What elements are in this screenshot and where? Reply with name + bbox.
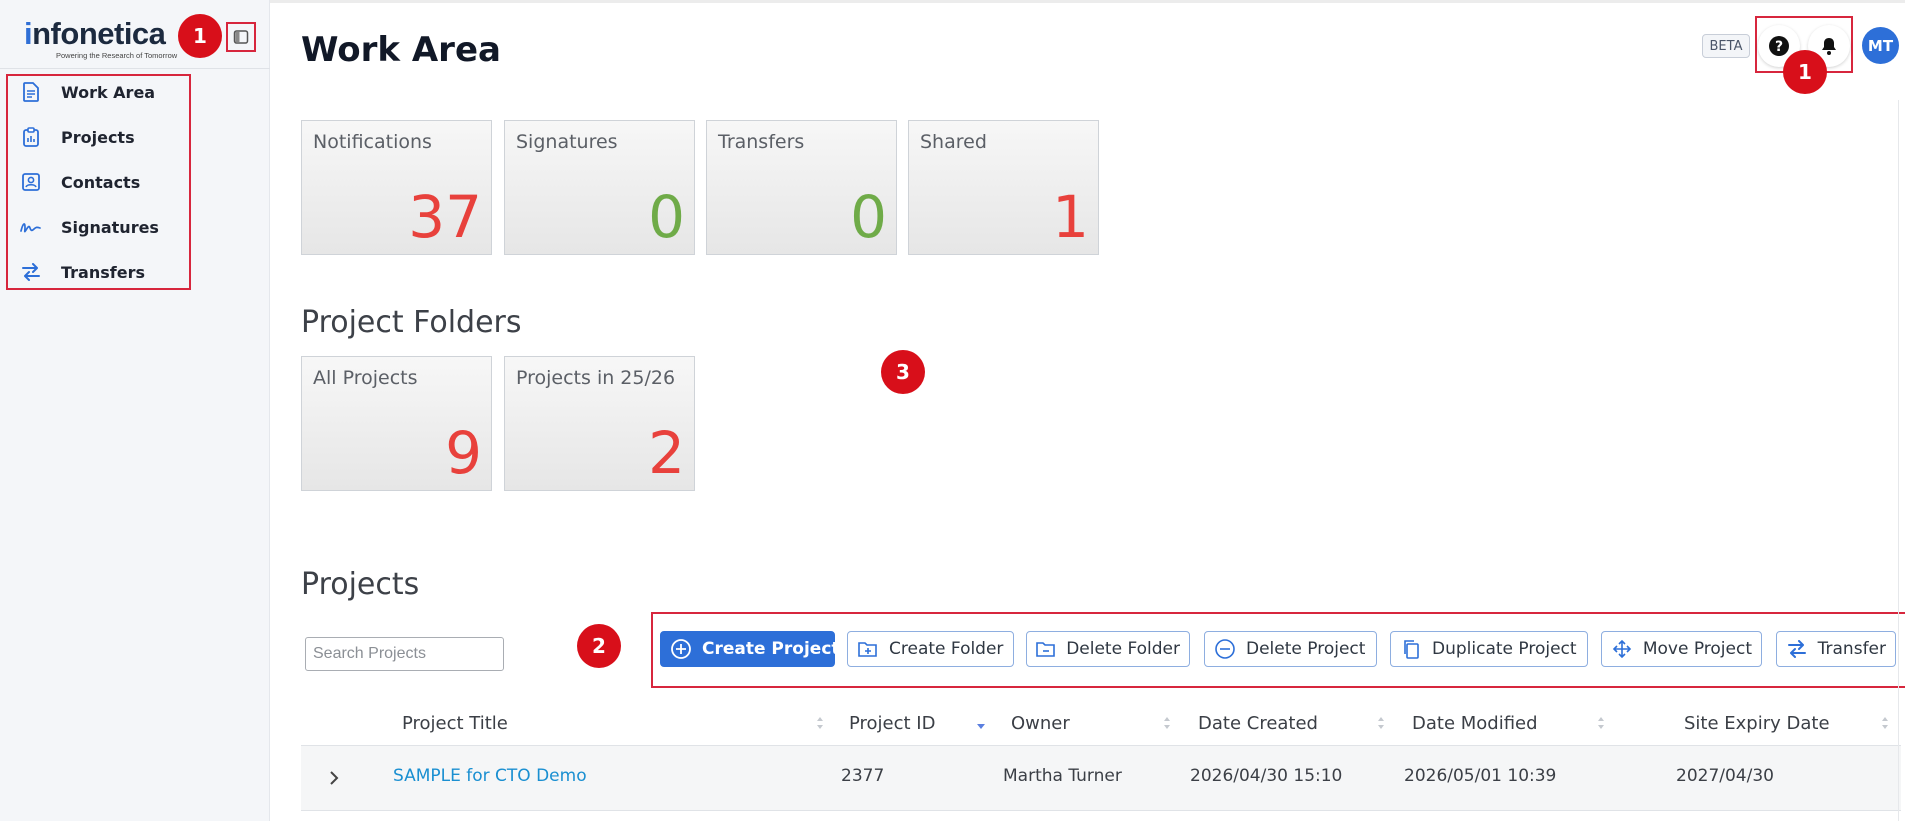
sort-icon[interactable] (1880, 712, 1890, 734)
button-label: Transfer (1817, 639, 1886, 659)
beta-badge: BETA (1702, 34, 1750, 58)
sort-desc-icon[interactable] (976, 712, 986, 734)
logo-letter-i: i (24, 16, 33, 51)
tile-value: 9 (445, 419, 482, 487)
sort-icon[interactable] (1376, 712, 1386, 734)
project-folders-title: Project Folders (301, 305, 522, 340)
column-header-date-created[interactable]: Date Created (1198, 710, 1318, 736)
sidebar-item-label: Work Area (61, 82, 156, 102)
tile-notifications[interactable]: Notifications 37 (301, 120, 492, 255)
clipboard-icon (20, 126, 42, 148)
avatar[interactable]: MT (1862, 27, 1899, 64)
tile-label: Signatures (516, 131, 618, 153)
tile-signatures[interactable]: Signatures 0 (504, 120, 695, 255)
button-label: Create Folder (889, 639, 1004, 659)
logo-letters: nfonetica (32, 16, 166, 51)
create-folder-button[interactable]: Create Folder (847, 631, 1014, 667)
tile-label: Notifications (313, 131, 432, 153)
button-label: Create Project (702, 639, 840, 659)
search-projects-input[interactable] (305, 637, 504, 671)
logo-wordmark: infonetica (24, 18, 179, 50)
signature-icon (20, 216, 42, 238)
sidebar-item-projects[interactable]: Projects (20, 124, 135, 150)
folder-minus-icon (1036, 638, 1056, 660)
annotation-badge: 1 (178, 14, 222, 58)
row-expand-button[interactable] (322, 766, 346, 790)
sidebar-item-signatures[interactable]: Signatures (20, 214, 159, 240)
column-header-site-expiry-date[interactable]: Site Expiry Date (1684, 710, 1830, 736)
button-label: Delete Folder (1066, 639, 1180, 659)
annotation-badge: 3 (881, 350, 925, 394)
bell-icon (1822, 38, 1836, 55)
folder-plus-icon (857, 638, 879, 660)
sidebar-divider (0, 68, 270, 69)
document-icon (20, 81, 42, 103)
project-title-link[interactable]: SAMPLE for CTO Demo (393, 766, 587, 786)
help-icon: ? (1769, 36, 1789, 56)
site-expiry-date-cell: 2027/04/30 (1676, 766, 1774, 786)
column-header-date-modified[interactable]: Date Modified (1412, 710, 1538, 736)
transfer-arrows-icon (20, 261, 42, 283)
folder-tile-projects-25-26[interactable]: Projects in 25/26 2 (504, 356, 695, 491)
tile-value: 2 (648, 419, 685, 487)
sidebar-item-contacts[interactable]: Contacts (20, 169, 140, 195)
top-divider (270, 0, 1905, 3)
sidebar-item-label: Signatures (61, 217, 159, 237)
sidebar-item-work-area[interactable]: Work Area (20, 79, 155, 105)
sidebar-item-label: Transfers (61, 262, 145, 282)
button-label: Delete Project (1246, 639, 1366, 659)
tile-label: All Projects (313, 367, 418, 389)
contact-card-icon (20, 171, 42, 193)
create-project-button[interactable]: Create Project (660, 631, 840, 667)
panel-icon (233, 30, 249, 44)
sort-icon[interactable] (1596, 712, 1606, 734)
logo-tagline: Powering the Research of Tomorrow (56, 51, 178, 60)
annotation-badge: 1 (1783, 50, 1827, 94)
duplicate-project-button[interactable]: Duplicate Project (1390, 631, 1588, 667)
scrollbar-track[interactable] (1898, 100, 1905, 821)
projects-title: Projects (301, 567, 420, 602)
tile-value: 1 (1052, 183, 1089, 251)
plus-circle-icon (670, 638, 692, 660)
transfer-button[interactable]: Transfer (1776, 631, 1896, 667)
tile-value: 0 (648, 183, 685, 251)
tile-value: 0 (850, 183, 887, 251)
sidebar: infonetica Powering the Research of Tomo… (0, 0, 270, 821)
tile-transfers[interactable]: Transfers 0 (706, 120, 897, 255)
folder-tile-all-projects[interactable]: All Projects 9 (301, 356, 492, 491)
svg-text:?: ? (1775, 39, 1783, 55)
page-title: Work Area (301, 30, 501, 70)
logo[interactable]: infonetica Powering the Research of Tomo… (24, 18, 179, 62)
sort-icon[interactable] (815, 712, 825, 734)
sidebar-item-label: Projects (61, 127, 135, 147)
move-project-button[interactable]: Move Project (1601, 631, 1762, 667)
tile-value: 37 (408, 183, 482, 251)
project-id-cell: 2377 (841, 766, 885, 786)
move-icon (1611, 638, 1633, 660)
tile-label: Shared (920, 131, 987, 153)
button-label: Move Project (1642, 639, 1752, 659)
tile-shared[interactable]: Shared 1 (908, 120, 1099, 255)
column-header-project-id[interactable]: Project ID (849, 710, 935, 736)
column-header-project-title[interactable]: Project Title (402, 710, 508, 736)
duplicate-icon (1400, 638, 1422, 660)
delete-project-button[interactable]: Delete Project (1204, 631, 1377, 667)
sort-icon[interactable] (1162, 712, 1172, 734)
column-header-owner[interactable]: Owner (1011, 710, 1070, 736)
delete-folder-button[interactable]: Delete Folder (1026, 631, 1190, 667)
button-label: Duplicate Project (1432, 639, 1577, 659)
tile-label: Transfers (718, 131, 805, 153)
date-modified-cell: 2026/05/01 10:39 (1404, 766, 1557, 786)
transfer-arrows-icon (1786, 638, 1808, 660)
annotation-badge: 2 (577, 624, 621, 668)
tile-label: Projects in 25/26 (516, 367, 676, 389)
sidebar-item-transfers[interactable]: Transfers (20, 259, 145, 285)
chevron-right-icon (330, 771, 339, 785)
date-created-cell: 2026/04/30 15:10 (1190, 766, 1343, 786)
minus-circle-icon (1214, 638, 1236, 660)
sidebar-toggle-button[interactable] (226, 22, 256, 52)
app-root: infonetica Powering the Research of Tomo… (0, 0, 1905, 821)
sidebar-item-label: Contacts (61, 172, 141, 192)
owner-cell: Martha Turner (1003, 766, 1122, 786)
